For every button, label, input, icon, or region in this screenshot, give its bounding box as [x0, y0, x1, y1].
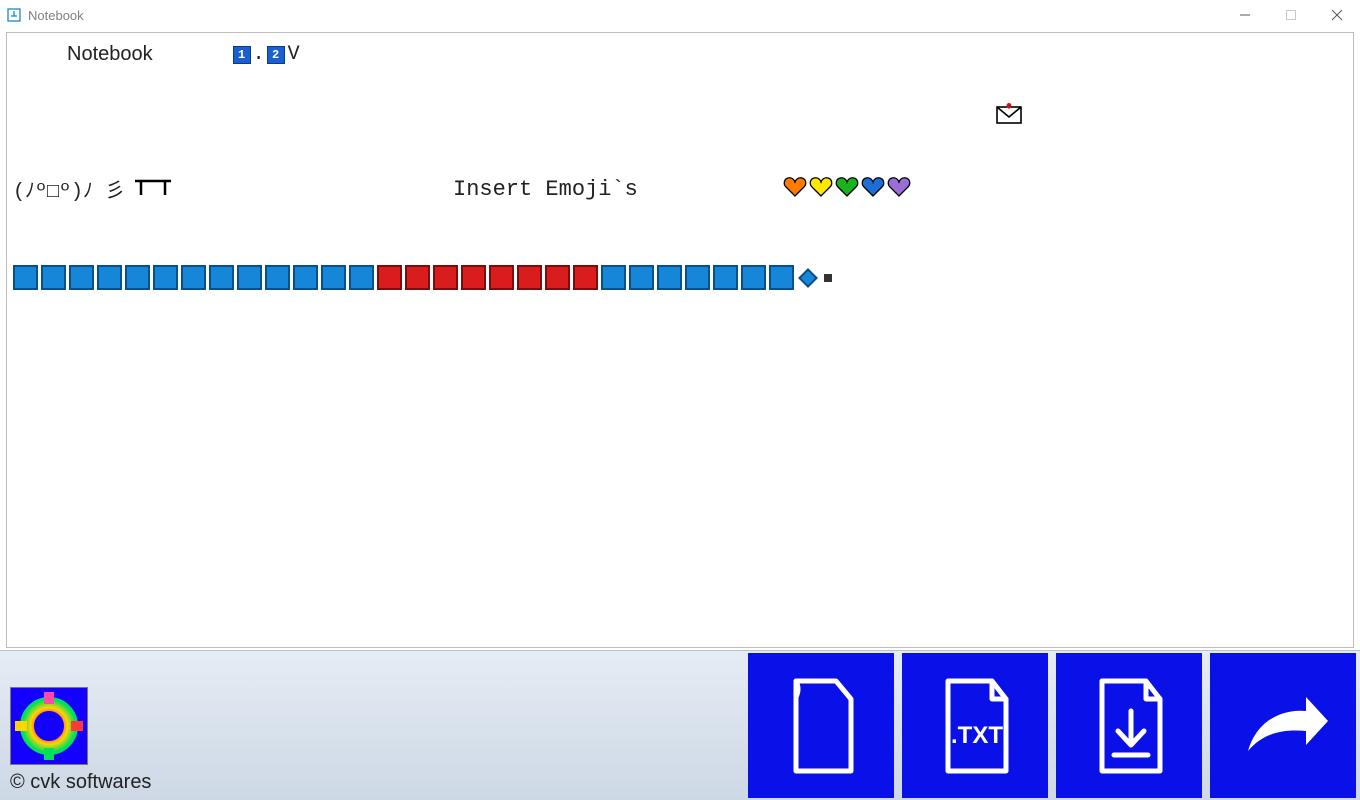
- new-file-button[interactable]: [748, 653, 894, 798]
- kaomoji-text: (ﾉº□º)ﾉ 彡: [13, 174, 125, 204]
- txt-file-button[interactable]: .TXT: [902, 653, 1048, 798]
- heart-icon-yellow[interactable]: [809, 176, 833, 203]
- version-minor-box: 2: [267, 46, 285, 64]
- color-square: [657, 265, 682, 290]
- heart-icon-green[interactable]: [835, 176, 859, 203]
- color-square: [293, 265, 318, 290]
- color-square: [69, 265, 94, 290]
- color-square: [349, 265, 374, 290]
- heart-icon-blue[interactable]: [861, 176, 885, 203]
- minimize-button[interactable]: [1222, 0, 1268, 30]
- color-square: [321, 265, 346, 290]
- share-button[interactable]: [1210, 653, 1356, 798]
- table-flip-icon: [133, 175, 173, 204]
- version-major-box: 1: [233, 46, 251, 64]
- window-title: Notebook: [28, 8, 84, 23]
- color-square: [489, 265, 514, 290]
- color-square: [153, 265, 178, 290]
- heart-icon-purple[interactable]: [887, 176, 911, 203]
- color-square: [97, 265, 122, 290]
- txt-label: .TXT: [951, 722, 1003, 749]
- version-label: 1 . 2 V: [233, 43, 300, 66]
- color-square: [237, 265, 262, 290]
- color-square: [545, 265, 570, 290]
- app-icon: [6, 7, 22, 23]
- copyright-text: © cvk softwares: [10, 771, 151, 794]
- color-square: [405, 265, 430, 290]
- insert-emoji-label[interactable]: Insert Emoji`s: [453, 177, 638, 202]
- window-controls: [1222, 0, 1360, 30]
- heart-icon-orange[interactable]: [783, 176, 807, 203]
- emoji-row: (ﾉº□º)ﾉ 彡 Insert Emoji`s: [13, 169, 1347, 209]
- bottom-right-tools: .TXT: [748, 651, 1360, 800]
- version-suffix: V: [288, 43, 300, 66]
- download-button[interactable]: [1056, 653, 1202, 798]
- color-square: [629, 265, 654, 290]
- color-square: [41, 265, 66, 290]
- color-square: [713, 265, 738, 290]
- titlebar: Notebook: [0, 0, 1360, 30]
- squares-row: [13, 265, 832, 290]
- header-row: Notebook 1 . 2 V: [67, 43, 300, 66]
- close-button[interactable]: [1314, 0, 1360, 30]
- color-square: [769, 265, 794, 290]
- small-square-icon: [824, 274, 832, 282]
- bottom-toolbar: © cvk softwares .TXT: [0, 650, 1360, 800]
- color-square: [685, 265, 710, 290]
- color-square: [741, 265, 766, 290]
- color-square: [125, 265, 150, 290]
- color-square: [601, 265, 626, 290]
- color-square: [461, 265, 486, 290]
- version-dot: .: [253, 43, 265, 66]
- color-square: [209, 265, 234, 290]
- color-square: [265, 265, 290, 290]
- mail-icon[interactable]: [995, 101, 1023, 130]
- diamond-icon: [798, 268, 818, 288]
- color-square: [377, 265, 402, 290]
- maximize-button[interactable]: [1268, 0, 1314, 30]
- settings-logo-icon[interactable]: [10, 687, 88, 765]
- hearts-group: [783, 176, 911, 203]
- app-name-label: Notebook: [67, 43, 153, 66]
- color-square: [573, 265, 598, 290]
- color-square: [181, 265, 206, 290]
- bottom-left: © cvk softwares: [0, 651, 161, 800]
- content-area: Notebook 1 . 2 V (ﾉº□º)ﾉ 彡 Insert Emoji`…: [6, 32, 1354, 648]
- color-square: [13, 265, 38, 290]
- color-square: [433, 265, 458, 290]
- color-square: [517, 265, 542, 290]
